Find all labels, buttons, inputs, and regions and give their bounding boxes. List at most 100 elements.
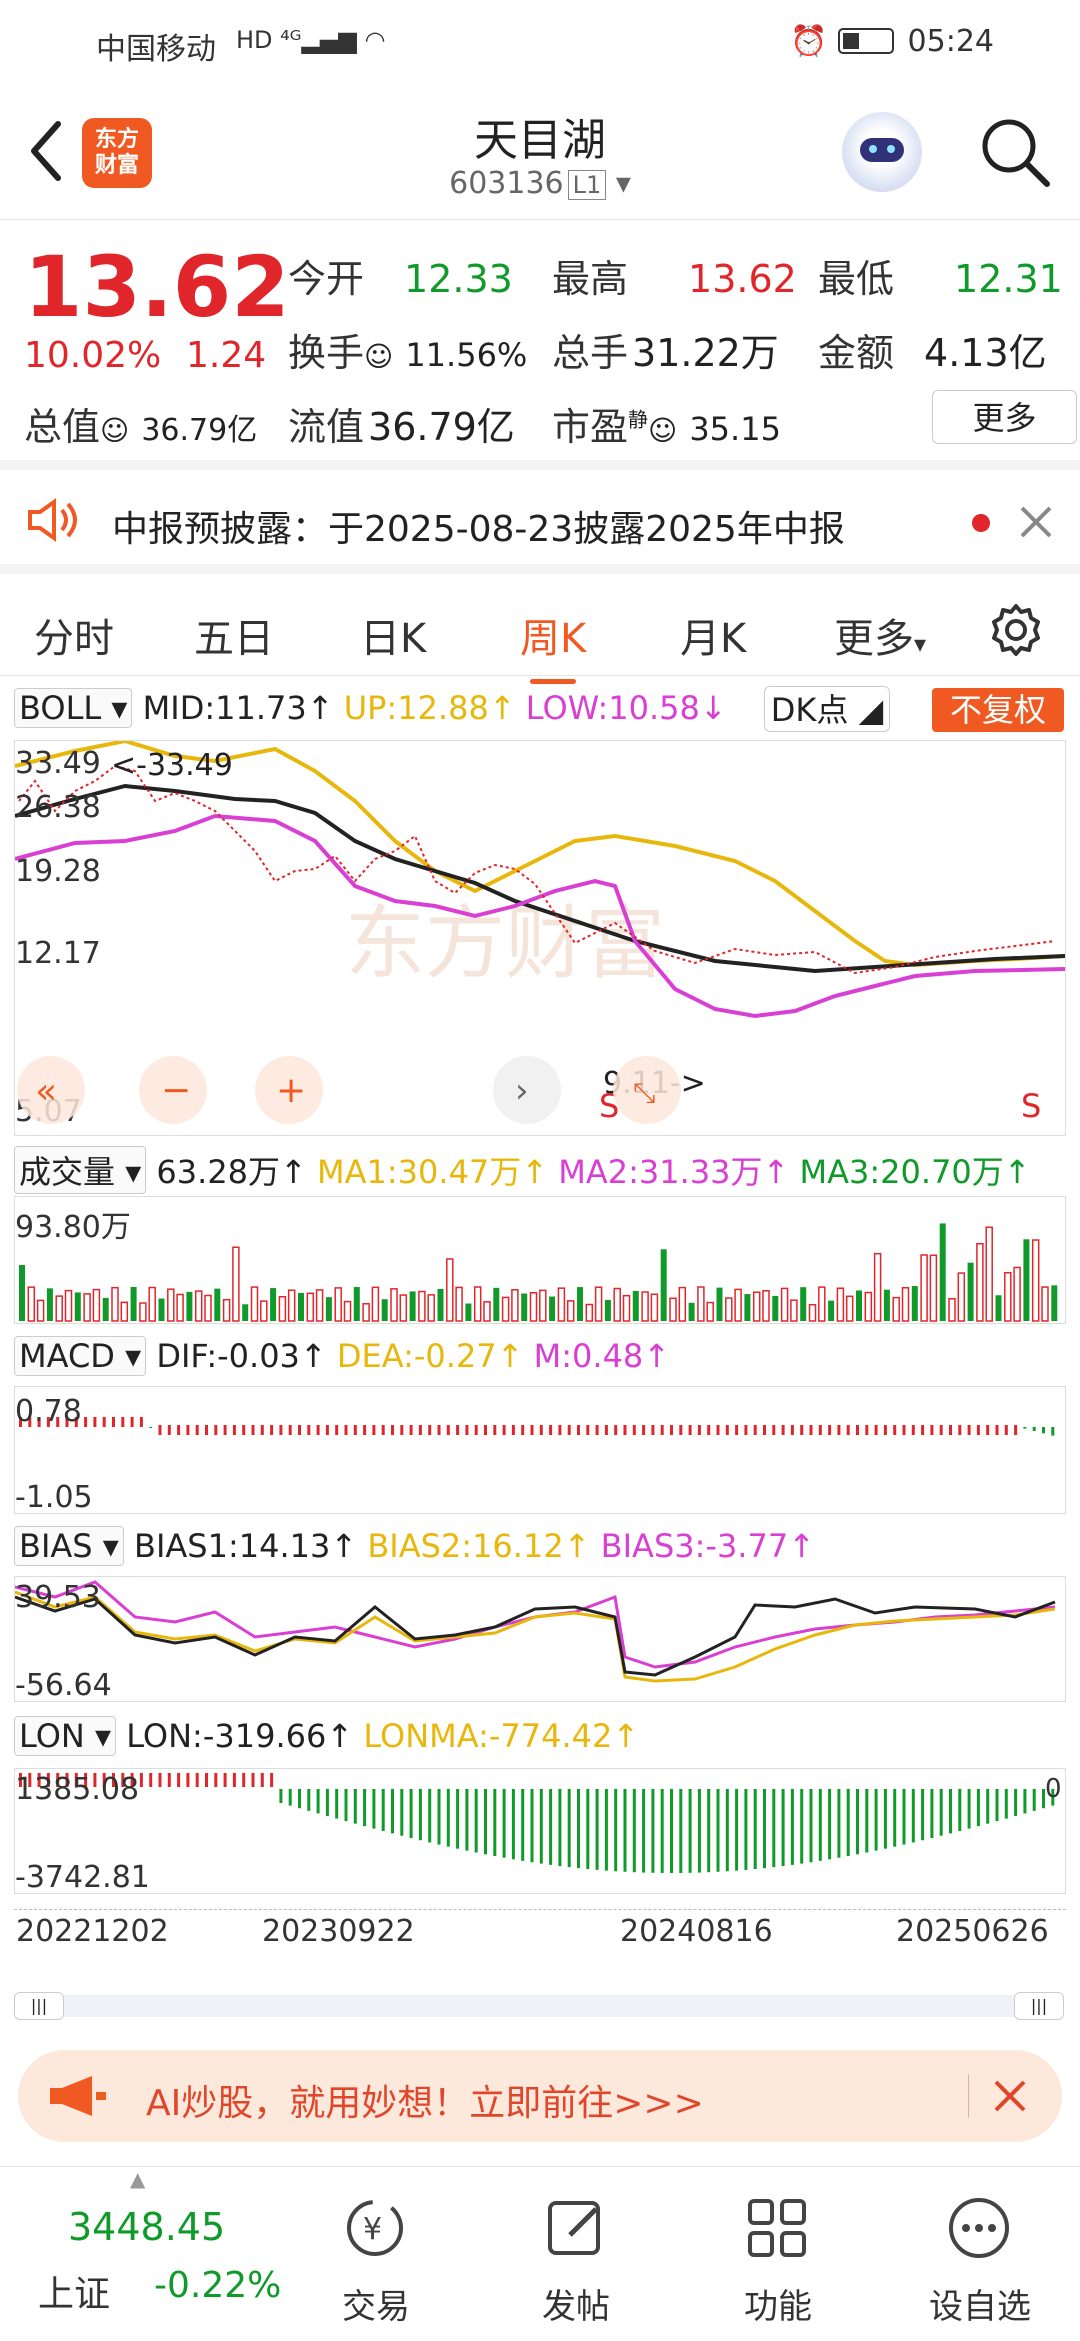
max-note: <-33.49 [111,748,233,783]
indicator-bar [1042,1427,1045,1434]
close-icon[interactable] [990,2076,1030,2116]
indicator-bar [409,1291,416,1321]
indicator-bar [222,1298,231,1322]
assistant-avatar-icon[interactable] [842,112,922,192]
indicator-bar [55,1295,63,1322]
indicator-bar [697,1286,705,1322]
dk-point-button[interactable]: DK点 ◢ [764,686,890,732]
lon-chart[interactable]: 1385.08 -3742.81 0 [14,1768,1066,1895]
volume-chart[interactable]: 93.80万 [14,1196,1066,1324]
indicator-bar [36,1299,45,1322]
indicator-bar [874,1789,878,1851]
indicator-bar [753,1425,757,1435]
tab-monthly-k[interactable]: 月K [680,606,746,664]
indicator-bar [688,1302,695,1321]
indicator-bar [818,1425,822,1435]
nav-add-watchlist[interactable]: 设自选 [900,2279,1060,2328]
y-tick-26: 26.38 [15,790,101,825]
close-icon[interactable] [1016,502,1056,542]
indicator-bar [725,1789,729,1872]
indicator-bar [83,1293,91,1322]
last-price: 13.62 [24,238,290,336]
sell-mark: S [1021,1087,1041,1125]
index-widget[interactable]: ▲ 3448.45 上证 -0.22% [0,2167,300,2341]
indicator-bar [549,1425,553,1435]
no-adjust-tag[interactable]: 不复权 [932,688,1064,732]
indicator-bar [102,1297,109,1321]
indicator-bar [511,1289,519,1322]
macd-selector[interactable]: MACD ▾ [14,1336,147,1376]
indicator-bar [846,1789,850,1857]
tab-intraday[interactable]: 分时 [34,606,114,664]
indicator-bar [306,1292,315,1322]
indicator-bar [734,1288,742,1322]
indicator-bar [995,1295,1002,1321]
scroll-left-handle[interactable]: ||| [14,1992,64,2020]
indicator-bar [632,1425,636,1435]
bias-selector[interactable]: BIAS ▾ [14,1526,124,1566]
indicator-bar [381,1789,385,1831]
indicator-bar [557,1287,566,1322]
nav-post[interactable]: 发帖 [496,2279,656,2328]
indicator-bar [298,1789,301,1809]
indicator-bar [74,1292,81,1321]
indicator-bar [883,1289,890,1321]
indicator-bar [287,1289,296,1322]
indicator-bar [232,1773,236,1787]
range-scrollbar[interactable]: ||| ||| [14,1992,1064,2020]
more-button[interactable]: 更多 [932,390,1077,444]
stock-header: 东方 财富 天目湖 603136 L1 ▾ [0,86,1080,220]
search-icon[interactable] [975,112,1055,192]
volume-selector[interactable]: 成交量 ▾ [14,1146,147,1194]
indicator-bar [288,1789,292,1806]
ai-promo-bar[interactable]: AI炒股，就用妙想！立即前往>>> [18,2050,1062,2142]
indicator-bar [502,1789,506,1858]
indicator-bar [651,1789,655,1873]
apps-grid-icon [748,2199,806,2257]
scroll-right-handle[interactable]: ||| [1014,1992,1064,2020]
indicator-bar [948,1298,956,1322]
tab-5day[interactable]: 五日 [194,606,274,664]
indicator-bar [549,1789,553,1865]
boll-selector[interactable]: BOLL ▾ [14,688,133,728]
indicator-bar [158,1773,162,1787]
indicator-bar [1041,1286,1049,1322]
indicator-bar [921,1425,925,1435]
kline-chart[interactable]: 东方财富 33.49 26.38 19.28 12.17 5.07 <-33.4… [14,738,1066,1136]
tab-weekly-k[interactable]: 周K [520,606,586,684]
indicator-bar [186,1291,193,1321]
lon-svg: 1385.08 -3742.81 0 [15,1772,1062,1895]
indicator-bar [939,1789,943,1836]
indicator-bar [1013,1266,1021,1322]
indicator-bar [418,1290,426,1322]
indicator-bar [325,1425,329,1435]
settings-gear-icon[interactable] [988,602,1044,658]
indicator-bar [707,1789,711,1873]
bias-chart[interactable]: 39.53 -56.64 [14,1576,1066,1703]
indicator-bar [474,1789,478,1853]
nav-trade[interactable]: 交易 [296,2279,456,2328]
indicator-bar [111,1286,119,1322]
lon-selector[interactable]: LON ▾ [14,1716,117,1756]
notice-bar[interactable]: 中报预披露：于2025-08-23披露2025年中报 [0,470,1080,574]
nav-functions[interactable]: 功能 [698,2279,858,2328]
indicator-bar [325,1789,329,1817]
tab-more[interactable]: 更多▾ [834,606,926,664]
indicator-bar [148,1286,156,1322]
indicator-bar [679,1789,683,1873]
macd-chart[interactable]: 0.78 -1.05 [14,1386,1066,1515]
indicator-bar [1004,1271,1012,1322]
tab-daily-k[interactable]: 日K [360,606,426,664]
indicator-bar [242,1425,246,1435]
svg-text:+: + [276,1070,306,1111]
indicator-bar [511,1425,515,1435]
indicator-bar [93,1417,97,1427]
date-label: 20230922 [262,1914,415,1949]
indicator-bar [195,1773,199,1787]
indicator-bar [660,1789,664,1873]
indicator-bar [529,1292,538,1322]
date-label: 20221202 [16,1914,169,1949]
indicator-bar [670,1789,673,1873]
stock-code[interactable]: 603136 L1 ▾ [0,166,1080,201]
indicator-bar [986,1789,990,1824]
